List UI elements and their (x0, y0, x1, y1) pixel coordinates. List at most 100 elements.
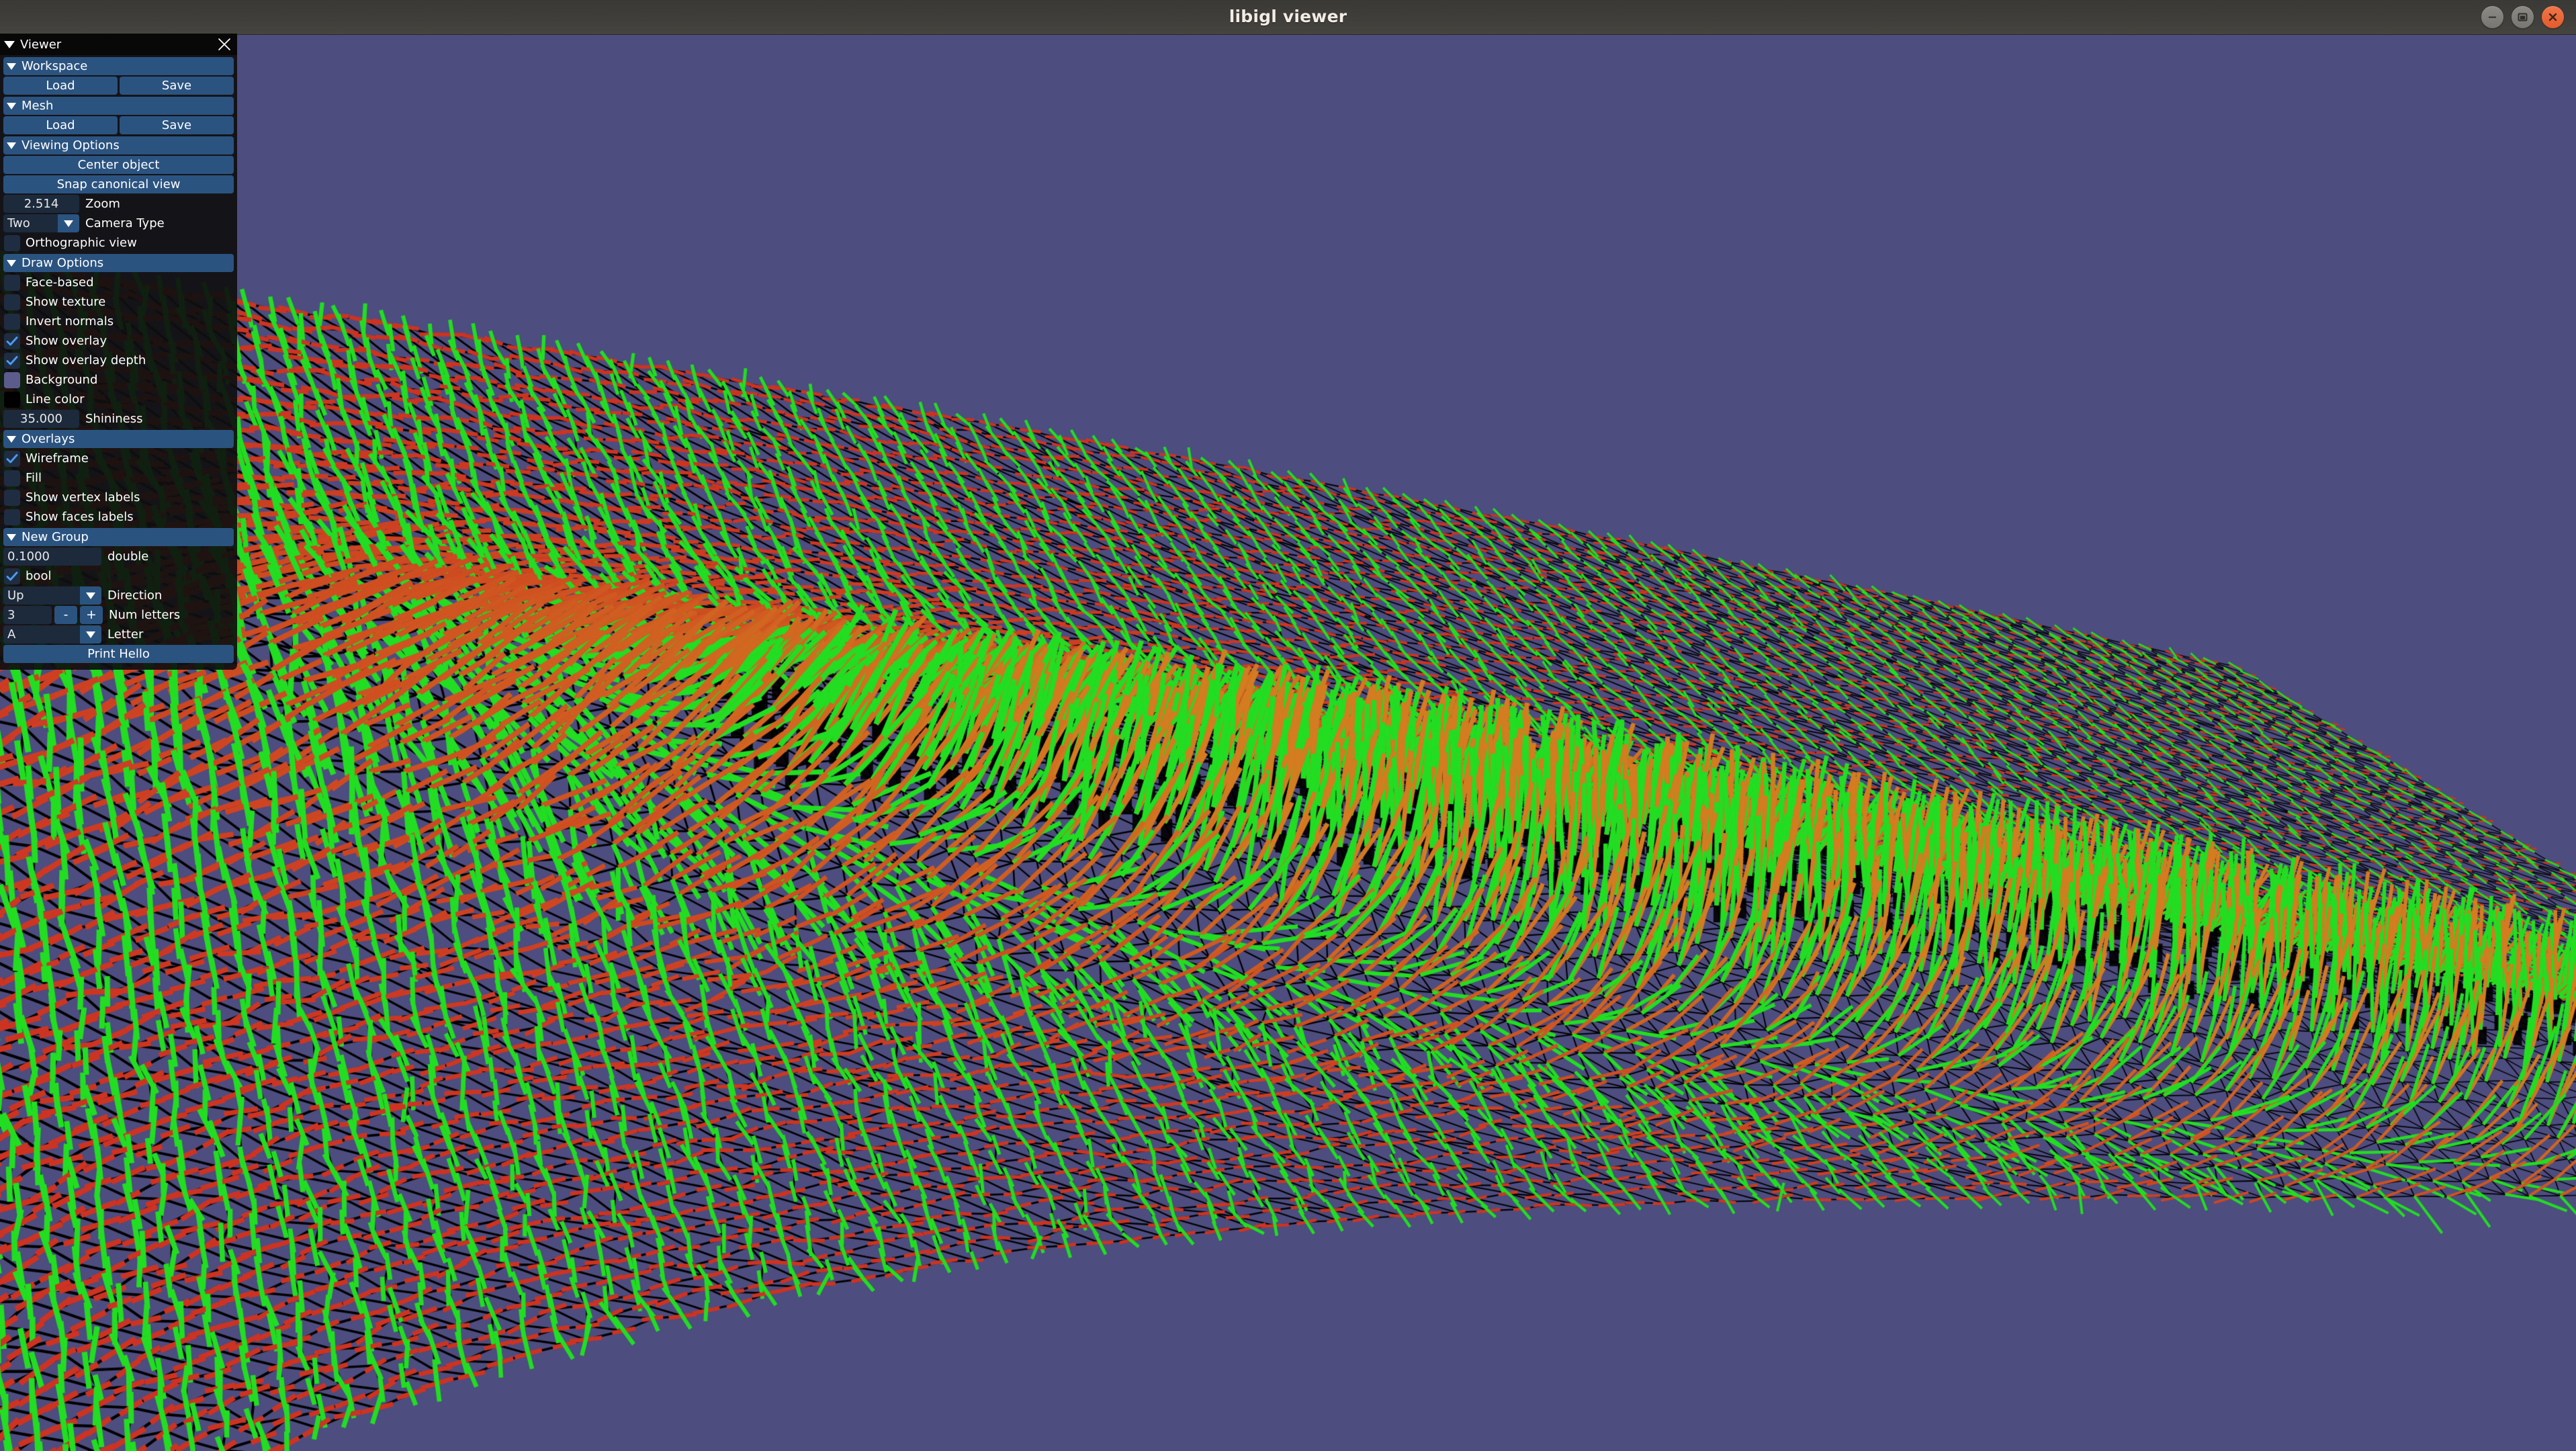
bool-checkbox[interactable] (4, 568, 20, 584)
panel-close-icon[interactable] (216, 36, 232, 52)
gl-viewport[interactable] (0, 35, 2576, 1451)
group-label-draw-options: Draw Options (21, 256, 104, 270)
double-row: 0.1000 double (3, 547, 234, 566)
check-icon (6, 355, 18, 365)
face-based-row[interactable]: Face-based (3, 273, 234, 292)
num-letters-decrement-button[interactable]: - (54, 606, 77, 624)
show-faces-labels-row[interactable]: Show faces labels (3, 508, 234, 526)
panel-header[interactable]: Viewer (0, 34, 237, 55)
mesh-collapse-triangle-icon[interactable] (7, 102, 16, 109)
center-object-button[interactable]: Center object (3, 156, 234, 174)
direction-value: Up (3, 586, 80, 605)
maximize-icon (2518, 13, 2528, 21)
group-label-viewing-options: Viewing Options (21, 138, 120, 152)
line-color-row[interactable]: Line color (3, 390, 234, 408)
direction-combo[interactable]: Up (3, 586, 101, 605)
group-header-draw-options[interactable]: Draw Options (3, 254, 234, 272)
orthographic-view-checkbox[interactable] (4, 234, 20, 251)
new-group-collapse-triangle-icon[interactable] (7, 533, 16, 541)
letter-row: A Letter (3, 625, 234, 644)
viewing-options-collapse-triangle-icon[interactable] (7, 142, 16, 149)
center-object-row: Center object (3, 156, 234, 174)
panel-collapse-triangle-icon[interactable] (4, 40, 15, 48)
snap-canonical-view-button[interactable]: Snap canonical view (3, 175, 234, 193)
close-button[interactable] (2542, 6, 2564, 28)
window-controls (2481, 6, 2564, 28)
group-header-overlays[interactable]: Overlays (3, 430, 234, 448)
show-overlay-row[interactable]: Show overlay (3, 332, 234, 350)
letter-chevron-down-icon[interactable] (80, 625, 101, 644)
face-based-checkbox[interactable] (4, 274, 20, 291)
show-overlay-depth-checkbox[interactable] (4, 352, 20, 369)
background-color-swatch[interactable] (4, 371, 20, 388)
viewer-panel[interactable]: Viewer Workspace Load Save Mesh Load Sav… (0, 34, 237, 670)
wireframe-row[interactable]: Wireframe (3, 449, 234, 468)
workspace-save-button[interactable]: Save (120, 77, 234, 95)
num-letters-label: Num letters (109, 608, 181, 622)
orthographic-view-label: Orthographic view (26, 236, 137, 250)
show-overlay-checkbox[interactable] (4, 333, 20, 349)
direction-row: Up Direction (3, 586, 234, 605)
show-texture-checkbox[interactable] (4, 294, 20, 310)
group-header-mesh[interactable]: Mesh (3, 97, 234, 115)
show-faces-labels-checkbox[interactable] (4, 509, 20, 525)
group-header-viewing-options[interactable]: Viewing Options (3, 136, 234, 155)
group-header-new-group[interactable]: New Group (3, 528, 234, 546)
fill-checkbox[interactable] (4, 470, 20, 486)
show-overlay-depth-row[interactable]: Show overlay depth (3, 351, 234, 369)
maximize-button[interactable] (2512, 6, 2534, 28)
invert-normals-row[interactable]: Invert normals (3, 312, 234, 331)
num-letters-input[interactable]: 3 (3, 606, 52, 624)
mesh-load-button[interactable]: Load (3, 116, 118, 134)
direction-chevron-down-icon[interactable] (80, 586, 101, 605)
show-vertex-labels-checkbox[interactable] (4, 489, 20, 506)
zoom-label: Zoom (85, 197, 120, 211)
fill-row[interactable]: Fill (3, 469, 234, 487)
show-texture-row[interactable]: Show texture (3, 293, 234, 311)
camera-type-chevron-down-icon[interactable] (58, 214, 79, 232)
print-hello-button[interactable]: Print Hello (3, 645, 234, 663)
check-icon (6, 336, 18, 345)
camera-type-combo[interactable]: Two Axes (3, 214, 79, 232)
invert-normals-checkbox[interactable] (4, 313, 20, 330)
snap-canonical-row: Snap canonical view (3, 175, 234, 193)
bool-row[interactable]: bool (3, 567, 234, 585)
line-color-swatch[interactable] (4, 391, 20, 408)
show-vertex-labels-row[interactable]: Show vertex labels (3, 488, 234, 507)
panel-title: Viewer (20, 37, 62, 52)
minimize-button[interactable] (2481, 6, 2503, 28)
group-label-mesh: Mesh (21, 99, 54, 113)
check-icon (6, 571, 18, 580)
workspace-buttons: Load Save (3, 77, 234, 95)
chevron-down-icon (64, 220, 73, 227)
mesh-render-canvas[interactable] (0, 35, 2576, 1451)
print-hello-row: Print Hello (3, 645, 234, 663)
workspace-collapse-triangle-icon[interactable] (7, 62, 16, 70)
zoom-input[interactable]: 2.514 (3, 195, 79, 213)
window-title: libigl viewer (1229, 7, 1347, 26)
mesh-save-button[interactable]: Save (120, 116, 234, 134)
shininess-input[interactable]: 35.000 (3, 410, 79, 428)
bool-label: bool (26, 569, 52, 583)
close-icon (2548, 13, 2557, 21)
orthographic-view-row[interactable]: Orthographic view (3, 234, 234, 252)
show-overlay-label: Show overlay (26, 334, 107, 348)
group-header-workspace[interactable]: Workspace (3, 57, 234, 75)
background-color-row[interactable]: Background (3, 371, 234, 389)
num-letters-increment-button[interactable]: + (80, 606, 103, 624)
overlays-collapse-triangle-icon[interactable] (7, 435, 16, 443)
draw-options-collapse-triangle-icon[interactable] (7, 259, 16, 267)
camera-type-row: Two Axes Camera Type (3, 214, 234, 232)
double-input[interactable]: 0.1000 (3, 547, 101, 566)
chevron-down-icon (86, 631, 95, 638)
workspace-load-button[interactable]: Load (3, 77, 118, 95)
face-based-label: Face-based (26, 275, 94, 290)
app-root: libigl viewer Viewer Workspace Load Save… (0, 0, 2576, 1451)
wireframe-checkbox[interactable] (4, 450, 20, 467)
letter-combo[interactable]: A (3, 625, 101, 644)
window-titlebar[interactable]: libigl viewer (0, 0, 2576, 35)
shininess-label: Shininess (85, 412, 143, 426)
background-label: Background (26, 373, 98, 387)
mesh-buttons: Load Save (3, 116, 234, 134)
camera-type-value: Two Axes (3, 214, 58, 232)
